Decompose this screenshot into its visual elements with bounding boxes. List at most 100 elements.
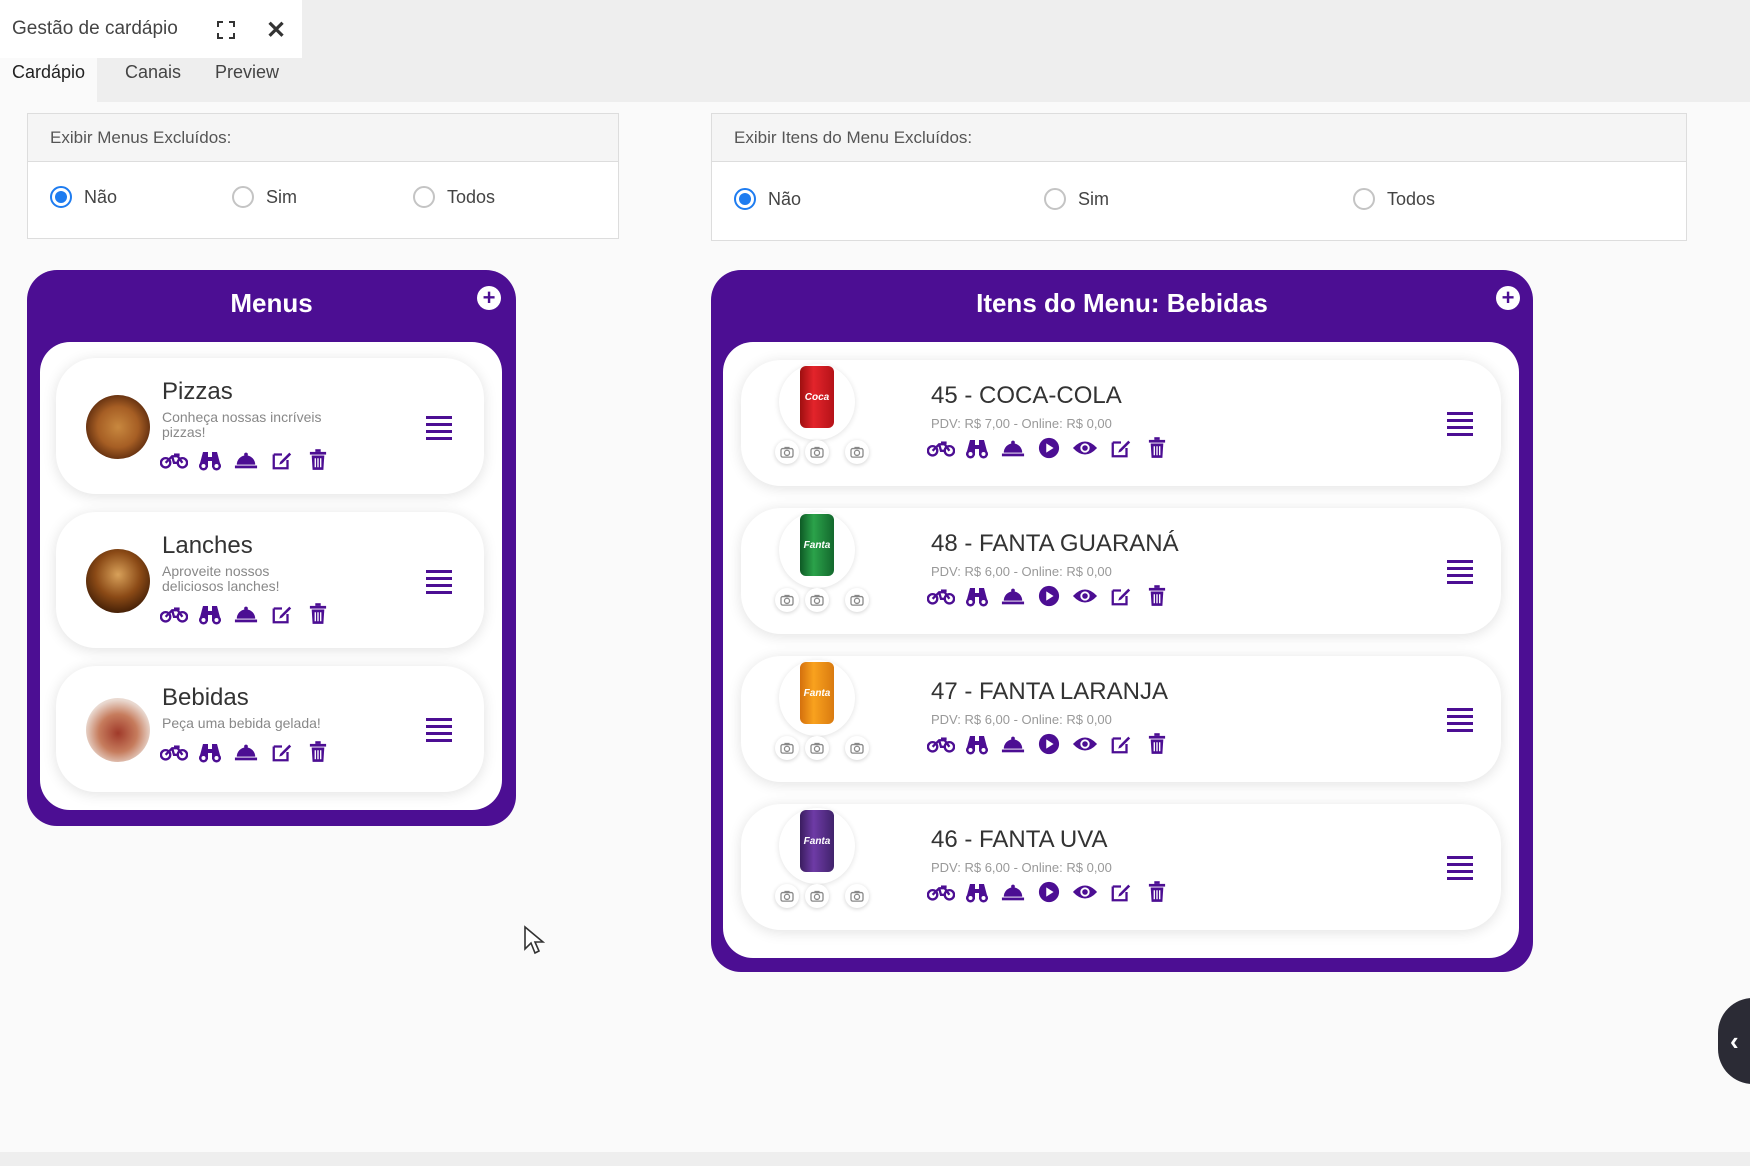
binoculars-icon[interactable] [963, 584, 991, 608]
radio-dot-checked[interactable] [50, 186, 72, 208]
radio-menus-todos[interactable]: Todos [413, 186, 495, 208]
drag-handle-icon[interactable] [426, 718, 452, 742]
trash-icon[interactable] [1143, 732, 1171, 756]
play-icon[interactable] [1035, 732, 1063, 756]
radio-menus-sim[interactable]: Sim [232, 186, 297, 208]
camera-icon[interactable] [845, 440, 869, 464]
binoculars-icon[interactable] [196, 448, 224, 472]
radio-items-todos[interactable]: Todos [1353, 188, 1435, 210]
radio-dot[interactable] [1353, 188, 1375, 210]
trash-icon[interactable] [304, 602, 332, 626]
cloche-icon[interactable] [999, 584, 1027, 608]
edit-icon[interactable] [1107, 732, 1135, 756]
radio-label: Sim [266, 186, 297, 207]
delivery-icon[interactable] [927, 732, 955, 756]
drag-handle-icon[interactable] [1447, 708, 1473, 732]
camera-icon[interactable] [775, 736, 799, 760]
drag-handle-icon[interactable] [1447, 412, 1473, 436]
expand-icon[interactable] [216, 20, 236, 40]
edit-icon[interactable] [1107, 584, 1135, 608]
edit-icon[interactable] [1107, 880, 1135, 904]
delivery-icon[interactable] [927, 436, 955, 460]
delivery-icon[interactable] [160, 448, 188, 472]
eye-icon[interactable] [1071, 584, 1099, 608]
play-icon[interactable] [1035, 880, 1063, 904]
drag-handle-icon[interactable] [1447, 560, 1473, 584]
cloche-icon[interactable] [232, 448, 260, 472]
delivery-icon[interactable] [160, 740, 188, 764]
cloche-icon[interactable] [999, 436, 1027, 460]
radio-dot[interactable] [413, 186, 435, 208]
radio-dot-checked[interactable] [734, 188, 756, 210]
trash-icon[interactable] [1143, 584, 1171, 608]
play-icon[interactable] [1035, 584, 1063, 608]
camera-icon[interactable] [845, 736, 869, 760]
tab-canais[interactable]: Canais [113, 58, 193, 102]
item-name: 46 - FANTA UVA [931, 826, 1108, 853]
trash-icon[interactable] [1143, 436, 1171, 460]
eye-icon[interactable] [1071, 436, 1099, 460]
item-card-coca-cola[interactable]: Coca 45 - COCA-COLA PDV: R$ 7,00 - Onlin… [741, 360, 1501, 486]
play-icon[interactable] [1035, 436, 1063, 460]
item-actions [927, 880, 1179, 904]
edit-icon[interactable] [268, 740, 296, 764]
drag-handle-icon[interactable] [426, 570, 452, 594]
trash-icon[interactable] [1143, 880, 1171, 904]
drag-handle-icon[interactable] [426, 416, 452, 440]
item-card-fanta-laranja[interactable]: Fanta 47 - FANTA LARANJA PDV: R$ 6,00 - … [741, 656, 1501, 782]
radio-items-nao[interactable]: Não [734, 188, 801, 210]
eye-icon[interactable] [1071, 880, 1099, 904]
item-name: 48 - FANTA GUARANÁ [931, 530, 1179, 557]
tab-preview[interactable]: Preview [203, 58, 291, 102]
binoculars-icon[interactable] [963, 880, 991, 904]
edit-icon[interactable] [1107, 436, 1135, 460]
menu-card-lanches[interactable]: Lanches Aproveite nossos deliciosos lanc… [56, 512, 484, 648]
radio-dot[interactable] [1044, 188, 1066, 210]
radio-items-sim[interactable]: Sim [1044, 188, 1109, 210]
binoculars-icon[interactable] [196, 740, 224, 764]
camera-icon[interactable] [775, 588, 799, 612]
drag-handle-icon[interactable] [1447, 856, 1473, 880]
menu-actions [160, 602, 340, 626]
camera-icon[interactable] [805, 884, 829, 908]
trash-icon[interactable] [304, 740, 332, 764]
camera-icon[interactable] [775, 440, 799, 464]
tab-cardapio[interactable]: Cardápio [0, 58, 98, 102]
radio-menus-nao[interactable]: Não [50, 186, 117, 208]
camera-icon[interactable] [805, 736, 829, 760]
binoculars-icon[interactable] [196, 602, 224, 626]
item-card-fanta-uva[interactable]: Fanta 46 - FANTA UVA PDV: R$ 6,00 - Onli… [741, 804, 1501, 930]
camera-icon[interactable] [805, 440, 829, 464]
menu-card-pizzas[interactable]: Pizzas Conheça nossas incríveis pizzas! [56, 358, 484, 494]
plus-icon: + [1501, 285, 1515, 310]
delivery-icon[interactable] [927, 584, 955, 608]
cloche-icon[interactable] [999, 880, 1027, 904]
add-menu-button[interactable]: + [477, 286, 501, 310]
trash-icon[interactable] [304, 448, 332, 472]
side-panel-toggle[interactable]: ‹ [1718, 998, 1750, 1084]
window-title: Gestão de cardápio [12, 18, 178, 39]
camera-icon[interactable] [805, 588, 829, 612]
delivery-icon[interactable] [160, 602, 188, 626]
menu-card-bebidas[interactable]: Bebidas Peça uma bebida gelada! [56, 666, 484, 792]
binoculars-icon[interactable] [963, 732, 991, 756]
eye-icon[interactable] [1071, 732, 1099, 756]
close-icon[interactable]: ✕ [266, 16, 286, 45]
add-item-button[interactable]: + [1496, 286, 1520, 310]
camera-icon[interactable] [845, 884, 869, 908]
edit-icon[interactable] [268, 448, 296, 472]
radio-dot[interactable] [232, 186, 254, 208]
cloche-icon[interactable] [232, 740, 260, 764]
radio-label: Todos [1387, 188, 1436, 209]
filter-menus-label: Exibir Menus Excluídos: [28, 114, 618, 162]
camera-icon[interactable] [775, 884, 799, 908]
edit-icon[interactable] [268, 602, 296, 626]
cloche-icon[interactable] [232, 602, 260, 626]
cloche-icon[interactable] [999, 732, 1027, 756]
filter-items-deleted: Exibir Itens do Menu Excluídos: Não Sim … [711, 113, 1687, 241]
camera-icon[interactable] [845, 588, 869, 612]
binoculars-icon[interactable] [963, 436, 991, 460]
delivery-icon[interactable] [927, 880, 955, 904]
item-card-fanta-guarana[interactable]: Fanta 48 - FANTA GUARANÁ PDV: R$ 6,00 - … [741, 508, 1501, 634]
window-tab: Gestão de cardápio ✕ [0, 0, 302, 58]
